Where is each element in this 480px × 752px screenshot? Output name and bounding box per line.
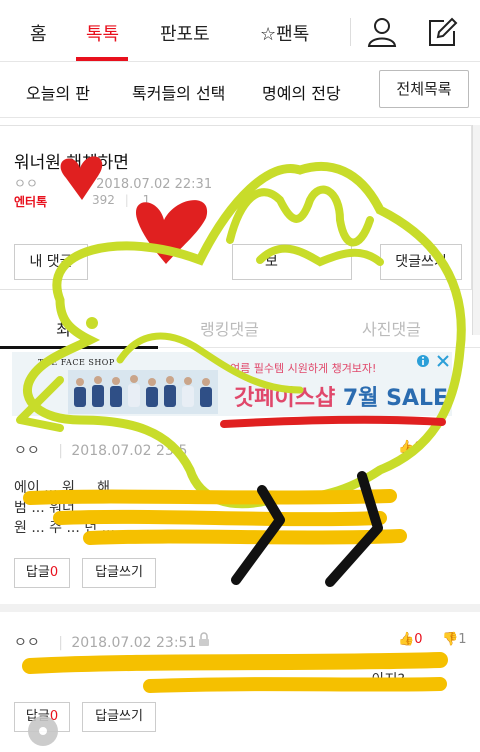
ad-banner[interactable]: THE FACE SHOP 여름 필수템 시원하게 챙겨보자! 갓페이스샵 7월… [12,352,452,416]
floating-action-button[interactable] [28,716,58,746]
ad-sale-word: SALE [386,386,449,411]
meta-divider: | [58,443,63,459]
tab-pan-photo[interactable]: 판포토 [160,20,210,46]
write-reply-button[interactable]: 답글쓰기 [82,702,156,732]
sub-nav-today[interactable]: 오늘의 판 [26,80,90,104]
post-card: 워너원 해체하면 ㅇㅇ 2018.07.02 22:31 엔터톡 392 | 1… [0,125,472,290]
view-button[interactable]: 보 [232,244,352,280]
post-comment-count: 1 [142,193,151,207]
tab-ranked-comments[interactable]: 랭킹댓글 [200,316,259,340]
tab-fan-talk[interactable]: ☆팬톡 [260,20,309,46]
post-date: 2018.07.02 22:31 [96,177,213,192]
comment-line: ... 아지? [354,672,405,688]
comment-meta: ㅇㅇ | 2018.07.02 23:5 [14,440,187,460]
tab-newest-comments[interactable]: 최 [56,316,71,340]
top-nav: 홈 톡톡 판포토 ☆팬톡 [0,0,480,62]
ad-sale-month: 7월 [342,386,379,411]
thumbs-up-icon: 👍 [398,632,415,647]
ad-group-photo [68,370,218,414]
comment-item: ㅇㅇ | 2018.07.02 23:5 👍0 에이 ... 워 ... 해 .… [0,440,480,610]
comment-dislike[interactable]: 👎1 [442,632,466,647]
ad-close-icon[interactable] [436,354,450,368]
comment-author: ㅇㅇ [14,443,40,459]
tab-home[interactable]: 홈 [30,20,47,46]
active-comment-tab-line [0,346,158,349]
ad-brand-logo: THE FACE SHOP [38,358,115,367]
active-tab-underline [76,57,128,61]
like-count: 0 [414,440,423,455]
comment-like[interactable]: 👍0 [398,440,422,455]
comment-body: 에이 ... 워 ... 해 ... 범 ... 워너 원 ... 주 ... … [14,478,466,538]
user-icon[interactable] [366,16,398,48]
post-meta: ㅇㅇ 2018.07.02 22:31 [14,173,212,192]
dislike-count: 1 [458,632,467,647]
comment-body: ... 아지? [14,670,466,690]
nav-divider [350,18,351,46]
ad-info-icon[interactable] [416,354,430,368]
comment-author: ㅇㅇ [14,635,40,651]
comment-line: 원 ... 주 ... 년 ... [14,520,115,536]
post-author: ㅇㅇ [14,177,38,192]
sub-nav-hall-of-fame[interactable]: 명예의 전당 [262,80,341,104]
comment-date: 2018.07.02 23:5 [71,443,188,459]
comment-item: ㅇㅇ | 2018.07.02 23:51 👍0 👎1 ... 아지? 답글0 … [0,632,480,752]
reply-label: 답글 [25,565,50,580]
comment-line: 에이 ... 워 ... 해 ... [14,480,128,496]
post-category[interactable]: 엔터톡 [14,193,47,210]
thumbs-down-icon: 👎 [442,632,459,647]
write-comment-button[interactable]: 댓글쓰기 [380,244,462,280]
reply-count-button[interactable]: 답글0 [14,558,70,588]
post-views: 392 [92,193,115,207]
comment-like[interactable]: 👍0 [398,632,422,647]
ad-sale-prefix: 갓페이스샵 [234,386,336,411]
post-stats: 392 | 1 [92,193,150,207]
red-underline-doodle [220,415,446,428]
meta-divider: | [58,635,63,651]
sub-nav: 오늘의 판 톡커들의 선택 명예의 전당 전체목록 [0,62,480,118]
ad-headline: 여름 필수템 시원하게 챙겨보자! [230,362,377,375]
all-list-button[interactable]: 전체목록 [379,70,469,108]
like-count: 0 [414,632,423,647]
sub-nav-talkers-choice[interactable]: 톡커들의 선택 [132,80,225,104]
tab-photo-comments[interactable]: 사진댓글 [362,316,421,340]
ad-sale-text: 갓페이스샵 7월 SALE [234,380,448,412]
reply-count: 0 [49,565,59,580]
write-reply-button[interactable]: 답글쓰기 [82,558,156,588]
thumbs-up-icon: 👍 [398,440,415,455]
comment-meta: ㅇㅇ | 2018.07.02 23:51 [14,632,196,652]
comment-line: 범 ... 워너 [14,500,75,516]
my-comments-button[interactable]: 내 댓글 [14,244,88,280]
stats-divider: | [124,193,129,207]
comment-divider [0,604,480,612]
fab-dot [39,727,47,735]
comment-tabs: 최 랭킹댓글 사진댓글 [0,304,480,349]
star-icon: ☆ [260,24,277,45]
comment-date: 2018.07.02 23:51 [71,635,197,651]
lock-icon [199,632,209,646]
post-title: 워너원 해체하면 [14,153,129,173]
edit-icon[interactable] [426,16,458,48]
tab-talk[interactable]: 톡톡 [86,20,119,46]
tab-fan-talk-label: 팬톡 [276,24,310,45]
